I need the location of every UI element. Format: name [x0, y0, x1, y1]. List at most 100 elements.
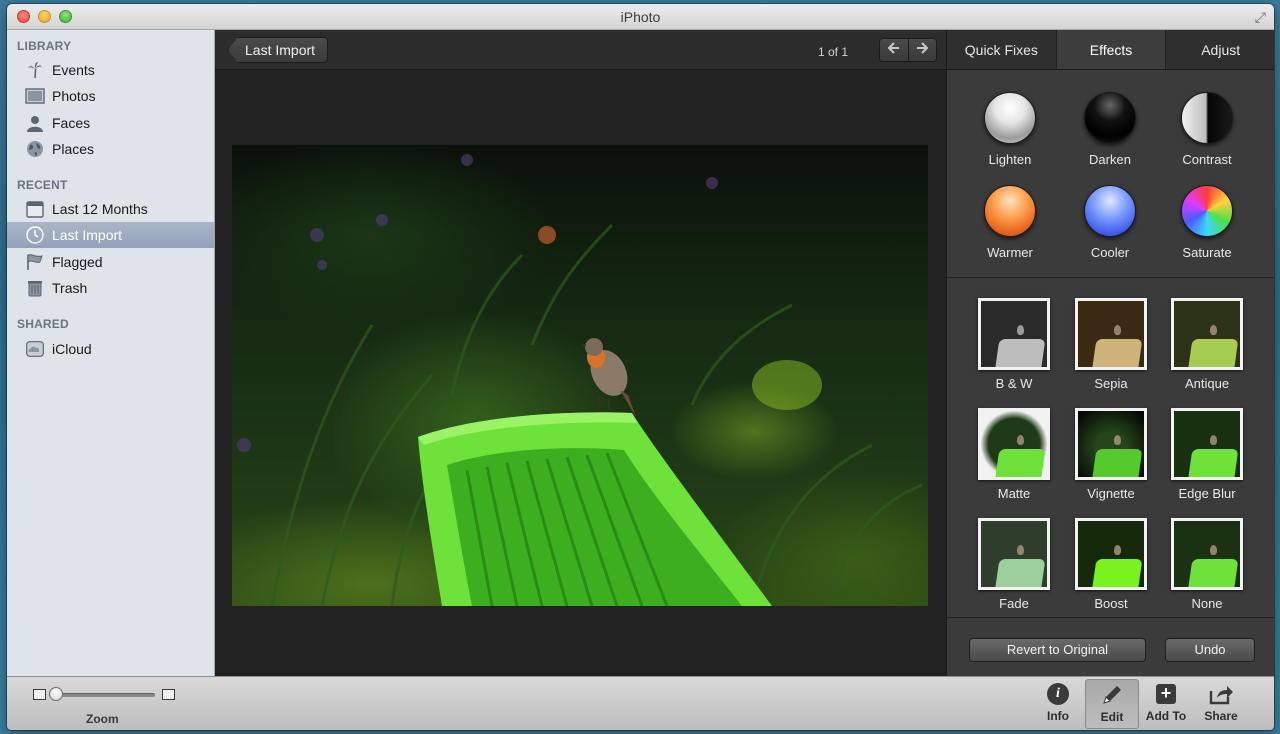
edit-button[interactable]: Edit [1085, 679, 1139, 729]
share-button[interactable]: Share [1194, 679, 1248, 729]
darken-button[interactable]: Darken [1060, 92, 1160, 182]
tab-adjust[interactable]: Adjust [1166, 30, 1274, 69]
tab-quick-fixes[interactable]: Quick Fixes [947, 30, 1057, 69]
darken-label: Darken [1089, 152, 1131, 167]
edge-blur-thumbnail [1171, 408, 1243, 480]
matte-thumbnail [978, 408, 1050, 480]
effect-bw[interactable]: B & W [964, 298, 1064, 402]
flag-icon [25, 253, 45, 271]
edit-actions: Revert to Original Undo [947, 618, 1274, 676]
photo-canvas[interactable] [232, 145, 928, 606]
effect-none[interactable]: None [1157, 518, 1257, 622]
boost-thumbnail [1075, 518, 1147, 590]
lighten-icon [984, 92, 1036, 144]
cloud-icon [25, 340, 45, 358]
calendar-icon [25, 200, 45, 218]
saturate-button[interactable]: Saturate [1157, 185, 1257, 275]
darken-icon [1084, 92, 1136, 144]
cooler-label: Cooler [1090, 245, 1130, 260]
saturate-icon [1181, 185, 1233, 237]
previous-photo-button[interactable] [880, 39, 909, 61]
info-button[interactable]: i Info [1031, 679, 1085, 729]
antique-thumbnail [1171, 298, 1243, 370]
shared-header: SHARED [17, 317, 69, 331]
edit-label: Edit [1100, 710, 1124, 724]
effect-label: None [1191, 596, 1223, 611]
share-icon [1209, 686, 1233, 705]
effect-label: B & W [995, 376, 1033, 391]
sidebar-item-flagged[interactable]: Flagged [7, 249, 214, 275]
sidebar-item-faces[interactable]: Faces [7, 110, 214, 136]
effect-label: Matte [997, 486, 1031, 501]
tab-effects[interactable]: Effects [1056, 30, 1167, 69]
contrast-button[interactable]: Contrast [1157, 92, 1257, 182]
effect-label: Edge Blur [1178, 486, 1236, 501]
back-to-last-import-button[interactable]: Last Import [228, 37, 329, 63]
zoom-slider-knob[interactable] [49, 687, 63, 701]
window-title: iPhoto [620, 9, 661, 25]
sidebar-item-last-import[interactable]: Last Import [7, 222, 214, 248]
sidebar-item-photos[interactable]: Photos [7, 83, 214, 109]
zoom-slider[interactable] [51, 693, 155, 697]
sidebar-item-trash[interactable]: Trash [7, 275, 214, 301]
source-list: LIBRARY Events Photos Faces Places RECEN… [7, 30, 215, 676]
lighten-label: Lighten [988, 152, 1032, 167]
effect-thumbnails: B & W Sepia Antique Matte Vignette Edge … [947, 278, 1274, 618]
undo-button[interactable]: Undo [1165, 638, 1255, 662]
photo-navigation [879, 38, 937, 62]
title-bar: iPhoto ⤢ [7, 4, 1274, 30]
contrast-label: Contrast [1182, 152, 1232, 167]
trash-icon [25, 279, 45, 297]
share-label: Share [1204, 709, 1238, 723]
warmer-button[interactable]: Warmer [960, 185, 1060, 275]
effect-label: Sepia [1094, 376, 1128, 391]
effect-vignette[interactable]: Vignette [1061, 408, 1161, 512]
sidebar-item-icloud[interactable]: iCloud [7, 336, 214, 362]
add-to-label: Add To [1145, 709, 1187, 723]
add-to-button[interactable]: + Add To [1139, 679, 1193, 729]
globe-icon [25, 140, 45, 158]
cooler-icon [1084, 185, 1136, 237]
effect-matte[interactable]: Matte [964, 408, 1064, 512]
photo-viewer: Last Import 1 of 1 [215, 30, 946, 676]
zoom-out-icon[interactable] [33, 689, 46, 700]
revert-to-original-button[interactable]: Revert to Original [969, 638, 1146, 662]
person-icon [25, 114, 45, 132]
zoom-in-icon[interactable] [162, 689, 175, 700]
sidebar-item-label: Trash [52, 280, 88, 296]
iphoto-window: iPhoto ⤢ LIBRARY Events Photos Faces Pla… [7, 4, 1274, 730]
sidebar-item-last-12-months[interactable]: Last 12 Months [7, 196, 214, 222]
effect-antique[interactable]: Antique [1157, 298, 1257, 402]
fade-thumbnail [978, 518, 1050, 590]
effect-edge-blur[interactable]: Edge Blur [1157, 408, 1257, 512]
effect-label: Antique [1184, 376, 1230, 391]
sidebar-item-label: Events [52, 62, 95, 78]
robin-on-chair-photo [237, 154, 923, 606]
quick-fix-effects: Lighten Darken Contrast Warmer Cooler Sa… [947, 70, 1274, 278]
pencil-icon [1103, 686, 1121, 704]
effect-fade[interactable]: Fade [964, 518, 1064, 622]
none-thumbnail [1171, 518, 1243, 590]
fullscreen-icon[interactable]: ⤢ [1255, 9, 1266, 26]
sidebar-item-events[interactable]: Events [7, 57, 214, 83]
next-photo-button[interactable] [908, 39, 936, 61]
info-icon: i [1047, 683, 1069, 705]
photo-icon [25, 87, 45, 105]
lighten-button[interactable]: Lighten [960, 92, 1060, 182]
warmer-label: Warmer [987, 245, 1033, 260]
effect-boost[interactable]: Boost [1061, 518, 1161, 622]
arrow-left-icon [887, 42, 899, 54]
sidebar-item-label: Photos [52, 88, 96, 104]
cooler-button[interactable]: Cooler [1060, 185, 1160, 275]
zoom-label: Zoom [86, 712, 119, 726]
sidebar-item-places[interactable]: Places [7, 136, 214, 162]
effect-sepia[interactable]: Sepia [1061, 298, 1161, 402]
sidebar-item-label: Last Import [52, 227, 123, 243]
plus-icon: + [1156, 684, 1176, 704]
effect-label: Boost [1094, 596, 1128, 611]
info-label: Info [1047, 709, 1069, 723]
warmer-icon [984, 185, 1036, 237]
sepia-thumbnail [1075, 298, 1147, 370]
viewer-toolbar: Last Import 1 of 1 [215, 30, 946, 70]
bw-thumbnail [978, 298, 1050, 370]
